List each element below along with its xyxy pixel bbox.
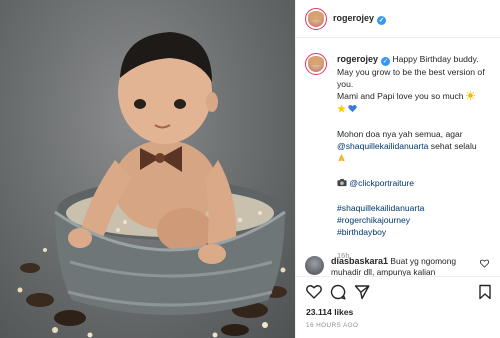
caption-author-handle[interactable]: rogerojey xyxy=(337,54,378,64)
post-side-panel: rogerojey ✓ rogerojey ✓ Happy Birthday bud… xyxy=(295,0,500,338)
caption-verified-badge-icon: ✓ xyxy=(381,57,391,66)
caption-block: rogerojey ✓ Happy Birthday buddy. May you… xyxy=(296,48,500,260)
heart-icon[interactable] xyxy=(306,284,322,300)
blue-heart-emoji-icon xyxy=(348,104,358,116)
pray-emoji-icon xyxy=(337,153,346,165)
camera-emoji-icon xyxy=(337,178,347,190)
sun-emoji-icon xyxy=(465,91,475,103)
star-emoji-icon xyxy=(337,104,346,116)
commenter-avatar[interactable] xyxy=(305,256,324,275)
comment-icon[interactable] xyxy=(330,284,346,300)
caption-line-2: May you grow to be the best version of y… xyxy=(337,67,485,89)
share-icon[interactable] xyxy=(354,284,370,300)
posted-time[interactable]: 16 HOURS AGO xyxy=(306,322,358,329)
verified-badge-icon: ✓ xyxy=(377,16,387,25)
instagram-post: rogerojey ✓ rogerojey ✓ Happy Birthday bud… xyxy=(0,0,500,338)
author-name[interactable]: rogerojey xyxy=(333,13,374,23)
hashtag-3[interactable]: #birthdayboy xyxy=(337,226,497,238)
caption-line-1: Happy Birthday buddy. xyxy=(392,54,479,64)
caption-line-3: Mami and Papi love you so much xyxy=(337,91,464,101)
comment-text: diasbaskara1 Buat yg ngomong muhadir dll… xyxy=(331,256,471,278)
photo-credit-link[interactable]: @clickportraiture xyxy=(349,178,414,188)
caption-author-avatar[interactable] xyxy=(305,53,327,75)
prayer-line: Mohon doa nya yah semua, agar xyxy=(337,129,463,139)
comment-like-heart-icon[interactable] xyxy=(479,259,490,270)
bookmark-icon[interactable] xyxy=(477,284,493,300)
mention-link[interactable]: @shaquillekailidanuarta xyxy=(337,141,428,151)
caption-text: rogerojey ✓ Happy Birthday buddy. May you… xyxy=(337,53,497,262)
hashtag-2[interactable]: #rogerchikajourney xyxy=(337,214,497,226)
author-avatar[interactable] xyxy=(305,8,327,30)
action-bar: 23.114 likes 16 HOURS AGO xyxy=(296,276,500,338)
commenter-handle[interactable]: diasbaskara1 xyxy=(331,256,388,266)
prayer-tail: sehat selalu xyxy=(430,141,477,151)
hashtag-1[interactable]: #shaquillekailidanuarta xyxy=(337,202,497,214)
comment-row: diasbaskara1 Buat yg ngomong muhadir dll… xyxy=(296,250,500,278)
post-photo[interactable] xyxy=(0,0,295,338)
baby xyxy=(79,32,237,255)
post-header: rogerojey ✓ xyxy=(296,0,500,38)
baby-in-tub-image xyxy=(17,32,287,338)
author-handle[interactable]: rogerojey ✓ xyxy=(333,13,387,25)
likes-count[interactable]: 23.114 likes xyxy=(306,307,353,317)
